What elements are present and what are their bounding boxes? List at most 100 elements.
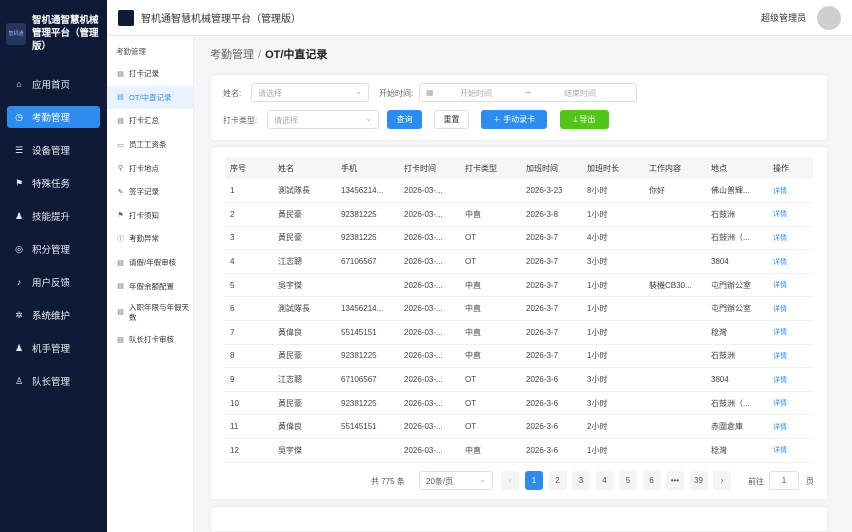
submenu-item-3[interactable]: ▭ 员工工资条: [107, 133, 193, 157]
menu-item-1[interactable]: ◷ 考勤管理: [7, 106, 100, 128]
table-cell: 2026-3-23: [521, 179, 582, 204]
current-user-name[interactable]: 超级管理员: [761, 11, 806, 24]
menu-item-4[interactable]: ♟ 技能提升: [7, 205, 100, 227]
details-link[interactable]: 详情: [768, 202, 813, 227]
table-cell: 2026-3-6: [521, 367, 582, 392]
submenu-item-2[interactable]: ▤ 打卡汇总: [107, 109, 193, 133]
chevron-down-icon: ⌄: [479, 475, 486, 484]
table-cell: 赤圍倉庫: [706, 414, 768, 440]
menu-item-label: 特殊任务: [32, 179, 71, 190]
doc-icon: ▤: [117, 259, 124, 267]
menu-item-9[interactable]: ♙ 队长管理: [7, 370, 100, 392]
database-icon: ◎: [15, 243, 23, 254]
name-select[interactable]: 请选择 ⌄: [251, 83, 369, 102]
table-cell: 5: [225, 273, 273, 298]
submenu-item-7[interactable]: ⓘ 考勤异常: [107, 227, 193, 251]
table-cell: 石鼓洲（...: [706, 226, 768, 251]
menu-item-2[interactable]: ☰ 设备管理: [7, 139, 100, 161]
submenu-item-9[interactable]: ▤ 年假余额配置: [107, 274, 193, 298]
submenu-list: ▤ 打卡记录 ▤ OT/中直记录 ▤ 打卡汇总 ▭ 员工工资条 ⚲ 打卡地点 ✎ 签字记录 ⚑ 打卡须知 ⓘ…: [107, 62, 193, 352]
page-button[interactable]: 5: [619, 471, 637, 490]
submenu-item-1[interactable]: ▤ OT/中直记录: [107, 85, 193, 110]
table-cell: 2026-03-...: [399, 320, 460, 345]
submenu-item-label: OT/中直记录: [129, 92, 172, 102]
table-cell: 2026-3-7: [521, 273, 582, 298]
details-link[interactable]: 详情: [768, 320, 813, 345]
submenu-item-label: 打卡地点: [129, 163, 159, 173]
menu-item-label: 积分管理: [32, 245, 71, 256]
table-cell: 2026-03-...: [399, 249, 460, 274]
submenu-item-10[interactable]: ▤ 入职年限与年假天数: [107, 298, 193, 328]
card-icon: ▭: [117, 141, 124, 149]
submenu-item-6[interactable]: ⚑ 打卡须知: [107, 204, 193, 228]
date-range-picker[interactable]: ▦ 开始时间 – 结束时间: [419, 83, 637, 102]
page-button[interactable]: 1: [525, 471, 543, 490]
table-cell: 佛山普輝...: [706, 179, 768, 204]
details-link[interactable]: 详情: [768, 367, 813, 392]
submenu-item-11[interactable]: ▤ 队长打卡审核: [107, 328, 193, 352]
details-link[interactable]: 详情: [768, 273, 813, 298]
menu-item-3[interactable]: ⚑ 特殊任务: [7, 172, 100, 194]
table-cell: 11: [225, 414, 273, 440]
search-button[interactable]: 查询: [387, 110, 422, 129]
column-header: 打卡时间: [399, 157, 460, 179]
details-link[interactable]: 详情: [768, 179, 813, 204]
menu-item-label: 用户反馈: [32, 278, 71, 289]
details-link[interactable]: 详情: [768, 391, 813, 416]
prev-page-button[interactable]: ‹: [501, 471, 519, 490]
table-cell: [644, 414, 706, 440]
table-row: 7 黃偉良 55145151 2026-03-... 中直 2026-3-7 1小时 稔灣 详情: [225, 320, 813, 345]
pen-icon: ✎: [117, 188, 124, 196]
page-button[interactable]: 4: [595, 471, 614, 490]
details-link[interactable]: 详情: [768, 249, 813, 274]
page-button[interactable]: 3: [572, 471, 590, 490]
breadcrumb-parent[interactable]: 考勤管理: [210, 49, 254, 61]
table-cell: 92381225: [336, 391, 399, 416]
pagination: 共 775 条 20条/页 ⌄ ‹ 1 2 3 4 5 6 ••• 39 › 前往 1 页: [211, 471, 829, 491]
details-link[interactable]: 详情: [768, 226, 813, 251]
details-link[interactable]: 详情: [768, 296, 813, 322]
goto-page-input[interactable]: 1: [769, 471, 799, 490]
table-cell: 2026-3-7: [521, 296, 582, 322]
export-button[interactable]: ⤓ 导出: [560, 110, 609, 129]
menu-item-8[interactable]: ♟ 机手管理: [7, 337, 100, 359]
table-cell: 3: [225, 226, 273, 251]
ot-records-table: 序号 姓名 手机 打卡时间 打卡类型 加班时间 加班时长 工作内容 地点 操作 1 測試隊長 1345…: [225, 157, 813, 463]
type-select[interactable]: 请选择 ⌄: [267, 110, 379, 129]
page-button[interactable]: 6: [642, 471, 661, 490]
table-cell: 黃民豪: [273, 391, 336, 416]
manual-record-button[interactable]: ＋ 手动录卡: [481, 110, 547, 129]
table-cell: 中直: [460, 438, 521, 463]
details-link[interactable]: 详情: [768, 344, 813, 369]
table-cell: 測試隊長: [273, 296, 336, 322]
avatar[interactable]: [817, 6, 841, 30]
page-size-select[interactable]: 20条/页 ⌄: [419, 471, 493, 490]
menu-item-0[interactable]: ⌂ 应用首页: [7, 73, 100, 95]
table-cell: 13456214...: [336, 179, 399, 204]
column-header: 打卡类型: [460, 157, 521, 179]
user-outline-icon: ♙: [14, 375, 24, 386]
details-link[interactable]: 详情: [768, 414, 813, 440]
table-cell: 55145151: [336, 414, 399, 440]
table-header-row: 序号 姓名 手机 打卡时间 打卡类型 加班时间 加班时长 工作内容 地点 操作: [225, 157, 813, 179]
submenu-item-4[interactable]: ⚲ 打卡地点: [107, 156, 193, 180]
table-cell: 67106567: [336, 367, 399, 392]
submenu-item-0[interactable]: ▤ 打卡记录: [107, 62, 193, 86]
start-time-label: 开始时间:: [379, 89, 414, 98]
more-pages-button[interactable]: •••: [666, 471, 684, 490]
next-page-button[interactable]: ›: [713, 471, 731, 490]
menu-item-6[interactable]: ♪ 用户反馈: [7, 271, 100, 293]
table-cell: 8小时: [582, 179, 644, 204]
page-button[interactable]: 39: [689, 471, 708, 490]
page-button[interactable]: 2: [548, 471, 567, 490]
submenu-item-8[interactable]: ▤ 请假/年假审核: [107, 251, 193, 275]
reset-button[interactable]: 重置: [434, 110, 469, 129]
table-cell: 2026-03-...: [399, 296, 460, 322]
submenu-item-label: 员工工资条: [129, 140, 167, 150]
submenu-item-label: 考勤异常: [129, 234, 159, 244]
submenu-item-5[interactable]: ✎ 签字记录: [107, 180, 193, 204]
export-label: 导出: [579, 115, 596, 124]
menu-item-7[interactable]: ✲ 系统维护: [7, 304, 100, 326]
details-link[interactable]: 详情: [768, 438, 813, 463]
menu-item-5[interactable]: ◎ 积分管理: [7, 238, 100, 260]
